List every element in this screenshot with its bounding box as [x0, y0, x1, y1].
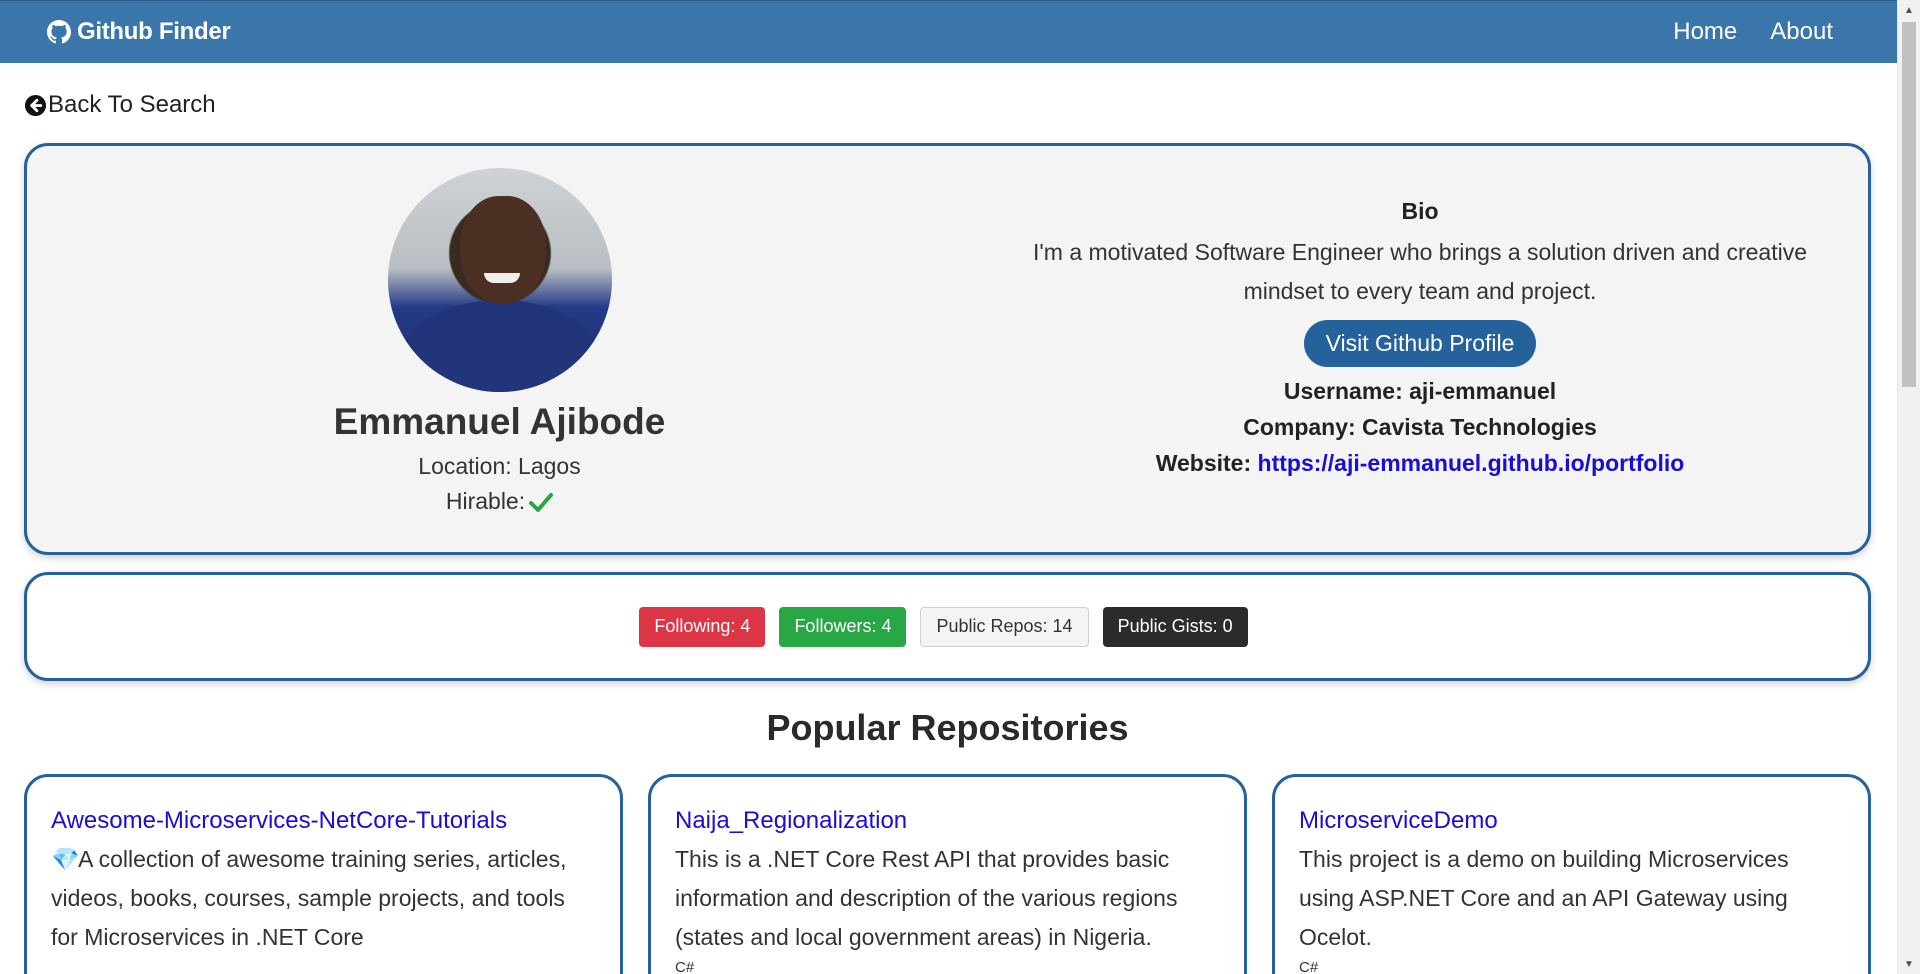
- avatar-face: [459, 196, 546, 304]
- scroll-up-arrow-icon[interactable]: ▲: [1898, 0, 1920, 20]
- scroll-down-arrow-icon[interactable]: ▼: [1898, 954, 1920, 974]
- repo-card: Naija_Regionalization This is a .NET Cor…: [648, 774, 1247, 974]
- website-link[interactable]: https://aji-emmanuel.github.io/portfolio: [1258, 450, 1685, 476]
- username-line: Username: aji-emmanuel: [1283, 378, 1557, 404]
- visit-github-profile-button[interactable]: Visit Github Profile: [1303, 320, 1537, 367]
- profile-details: Bio I'm a motivated Software Engineer wh…: [972, 146, 1868, 552]
- avatar: [387, 168, 612, 392]
- profile-hirable: Hirable:: [445, 488, 554, 515]
- following-badge: Following: 4: [639, 606, 766, 647]
- public-repos-badge: Public Repos: 14: [920, 606, 1089, 647]
- repo-language: C#: [1299, 959, 1319, 974]
- repo-name-link[interactable]: Awesome-Microservices-NetCore-Tutorials: [51, 807, 596, 835]
- github-icon: [47, 20, 71, 44]
- check-icon: [529, 492, 554, 512]
- gem-icon: 💎: [51, 846, 80, 872]
- bio-heading: Bio: [1401, 198, 1439, 224]
- repo-language: C#: [675, 959, 695, 974]
- top-navbar: Github Finder Home About: [0, 0, 1897, 63]
- scrollbar-thumb[interactable]: [1902, 22, 1916, 387]
- hirable-label: Hirable:: [445, 488, 526, 514]
- repo-card: MicroserviceDemo This project is a demo …: [1272, 774, 1871, 974]
- nav-about-link[interactable]: About: [1770, 18, 1833, 46]
- brand[interactable]: Github Finder: [47, 18, 231, 46]
- nav-home-link[interactable]: Home: [1673, 18, 1737, 46]
- stats-card: Following: 4 Followers: 4 Public Repos: …: [24, 572, 1871, 681]
- back-to-search-link[interactable]: Back To Search: [24, 91, 216, 119]
- repo-name-link[interactable]: MicroserviceDemo: [1299, 807, 1844, 835]
- website-line: Website: https://aji-emmanuel.github.io/…: [1156, 450, 1685, 477]
- avatar-shirt: [399, 300, 600, 392]
- company-line: Company: Cavista Technologies: [1243, 414, 1597, 440]
- vertical-scrollbar[interactable]: ▲ ▼: [1897, 0, 1920, 974]
- brand-label: Github Finder: [77, 18, 231, 45]
- arrow-left-circle-icon: [24, 94, 47, 116]
- repo-card: Awesome-Microservices-NetCore-Tutorials …: [24, 774, 623, 974]
- repo-description: 💎 A collection of awesome training serie…: [51, 840, 596, 957]
- back-to-search-label: Back To Search: [48, 91, 216, 118]
- avatar-smile: [483, 273, 520, 283]
- repo-description: This project is a demo on building Micro…: [1299, 846, 1789, 950]
- bio-text: I'm a motivated Software Engineer who br…: [1032, 239, 1808, 304]
- repo-description: This is a .NET Core Rest API that provid…: [675, 846, 1178, 950]
- repo-name-link[interactable]: Naija_Regionalization: [675, 807, 1220, 835]
- website-label: Website:: [1155, 450, 1252, 476]
- profile-location: Location: Lagos: [418, 453, 581, 479]
- nav-links: Home About: [1673, 18, 1833, 46]
- profile-summary: Emmanuel Ajibode Location: Lagos Hirable…: [27, 146, 972, 552]
- popular-repositories-heading: Popular Repositories: [766, 707, 1129, 748]
- repo-description-text: A collection of awesome training series,…: [51, 846, 567, 950]
- followers-badge: Followers: 4: [779, 606, 907, 647]
- stats-badges: Following: 4 Followers: 4 Public Repos: …: [27, 575, 1868, 678]
- profile-name: Emmanuel Ajibode: [333, 401, 666, 442]
- public-gists-badge: Public Gists: 0: [1102, 606, 1248, 647]
- profile-card: Emmanuel Ajibode Location: Lagos Hirable…: [24, 143, 1871, 555]
